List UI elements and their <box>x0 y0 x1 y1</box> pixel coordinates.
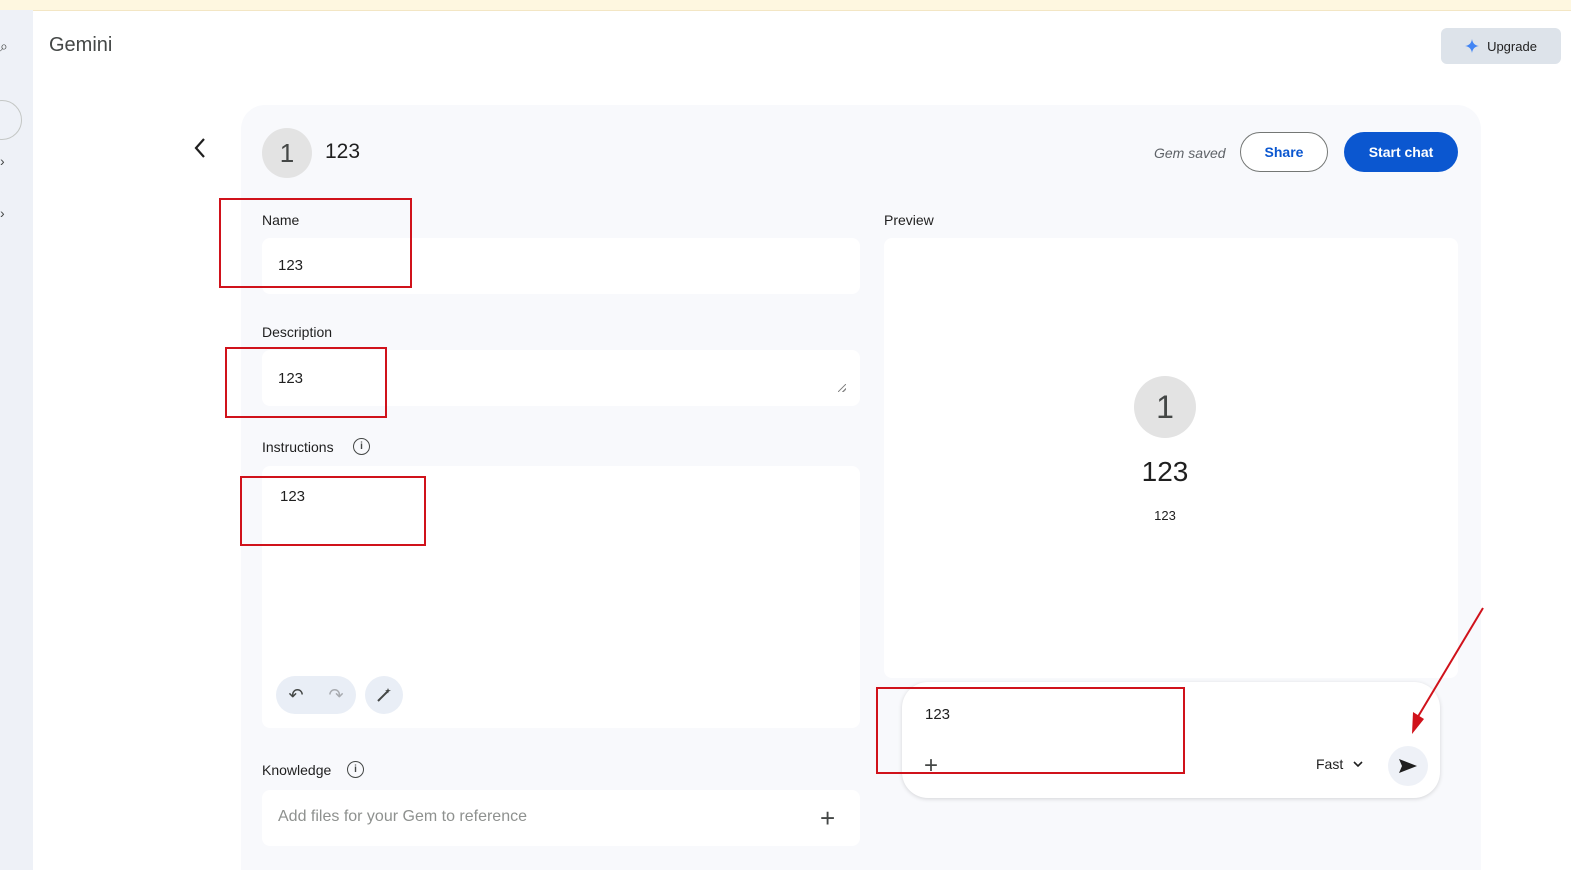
chevron-right-icon[interactable]: › <box>0 205 5 221</box>
preview-gem-name: 123 <box>1141 456 1189 487</box>
description-label: Description <box>262 324 333 340</box>
mode-label: Fast <box>1316 756 1344 772</box>
magic-wand-icon <box>377 688 391 702</box>
resize-handle[interactable] <box>838 384 846 392</box>
mode-select[interactable]: Fast <box>1316 756 1363 772</box>
search-icon[interactable]: ⌕ <box>0 38 8 55</box>
saved-status: Gem saved <box>1154 145 1226 161</box>
undo-icon[interactable]: ↶ <box>288 685 303 706</box>
gem-title: 123 <box>325 140 361 163</box>
chevron-left-icon <box>194 138 205 158</box>
start-chat-button[interactable]: Start chat <box>1344 132 1458 172</box>
redo-icon[interactable]: ↷ <box>328 685 343 706</box>
upgrade-label: Upgrade <box>1487 38 1537 54</box>
sparkle-icon <box>1465 39 1480 53</box>
annotation-box-instructions <box>240 476 426 546</box>
app-title: Gemini <box>49 34 113 56</box>
preview-avatar: 1 <box>1134 376 1196 438</box>
knowledge-placeholder: Add files for your Gem to reference <box>278 808 527 825</box>
annotation-box-name <box>219 198 412 288</box>
chevron-down-icon <box>1353 760 1363 767</box>
annotation-arrow <box>1412 607 1484 734</box>
undo-redo-group: ↶ ↷ <box>276 676 356 714</box>
info-icon[interactable]: i <box>353 438 370 455</box>
share-button[interactable]: Share <box>1240 132 1328 172</box>
plus-icon[interactable]: + <box>820 803 835 834</box>
chevron-right-icon[interactable]: › <box>0 153 5 169</box>
notification-strip <box>0 0 1571 11</box>
preview-gem-description: 123 <box>1154 508 1176 523</box>
knowledge-label: Knowledge <box>262 762 332 778</box>
new-chat-button[interactable] <box>0 100 22 140</box>
back-button[interactable] <box>186 134 214 162</box>
upgrade-button[interactable]: Upgrade <box>1441 28 1561 64</box>
gem-avatar: 1 <box>262 128 312 178</box>
annotation-box-description <box>225 347 387 418</box>
info-icon[interactable]: i <box>347 761 364 778</box>
annotation-box-chat-input <box>876 687 1185 774</box>
magic-rewrite-button[interactable] <box>365 676 403 714</box>
send-button[interactable] <box>1388 746 1428 786</box>
send-icon <box>1399 759 1417 773</box>
instructions-label: Instructions <box>262 439 334 455</box>
left-rail: ⌕ › › <box>0 10 33 870</box>
preview-label: Preview <box>884 212 934 228</box>
